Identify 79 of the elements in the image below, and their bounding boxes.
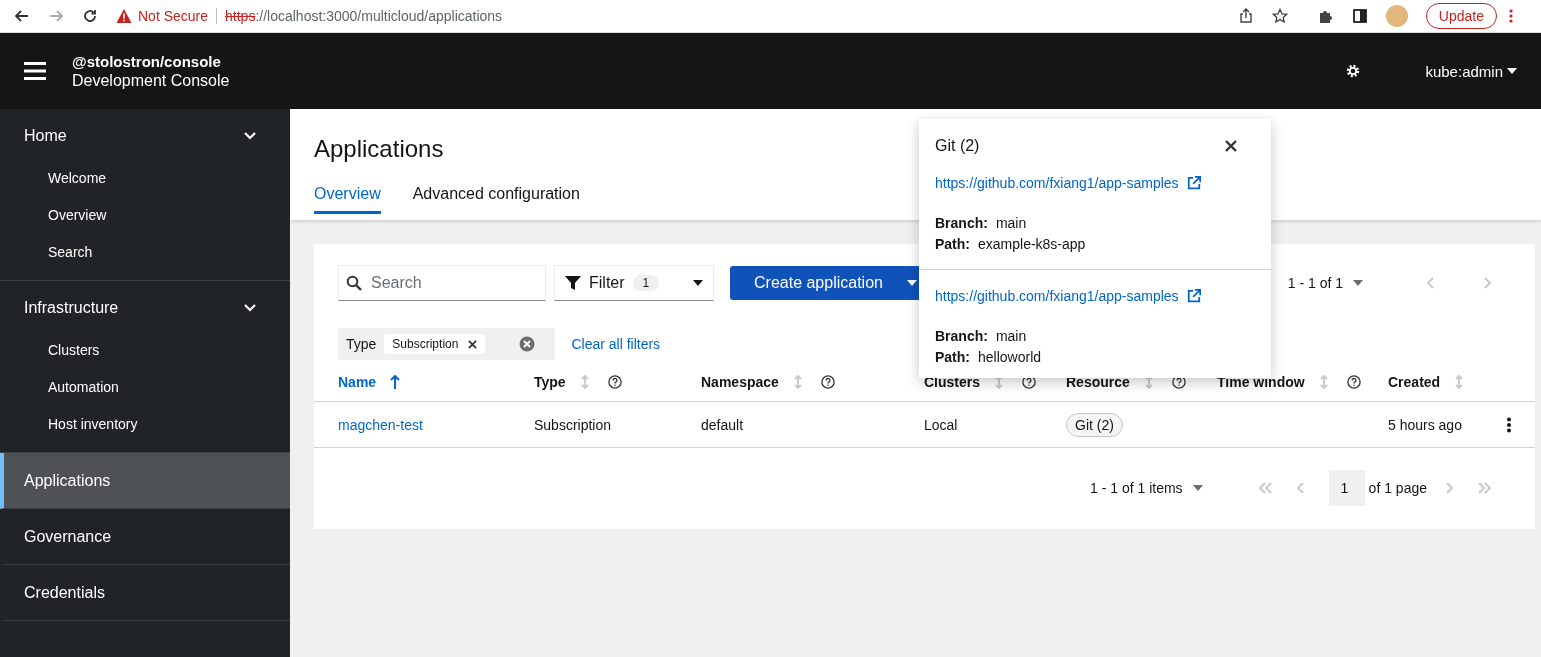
caret-icon bbox=[1192, 485, 1203, 491]
help-icon[interactable] bbox=[607, 375, 622, 389]
nav-item[interactable]: Host inventory bbox=[0, 405, 290, 442]
search-icon bbox=[346, 275, 362, 291]
field-value: example-k8s-app bbox=[978, 235, 1086, 254]
external-link-icon[interactable] bbox=[1186, 176, 1201, 190]
nav-item[interactable]: Overview bbox=[0, 196, 290, 233]
sidebar-icon[interactable] bbox=[1351, 8, 1368, 24]
close-icon[interactable] bbox=[1225, 140, 1237, 152]
field-value: main bbox=[995, 327, 1027, 346]
pagination-dropdown[interactable]: 1 - 1 of 1 items bbox=[1090, 480, 1203, 496]
sort-ascending-icon[interactable] bbox=[390, 375, 401, 389]
chip-label: Subscription bbox=[392, 337, 459, 351]
field-label: Path: bbox=[935, 348, 970, 367]
close-icon[interactable] bbox=[468, 339, 478, 349]
app-subtitle: Development Console bbox=[72, 71, 231, 90]
share-icon[interactable] bbox=[1237, 8, 1254, 24]
nav-item[interactable]: Applications bbox=[0, 453, 290, 509]
repository-link[interactable]: https://github.com/fxiang1/app-samples bbox=[935, 288, 1179, 304]
column-header[interactable]: Type bbox=[534, 374, 566, 390]
clear-icon[interactable] bbox=[519, 336, 536, 352]
popover-title: Git (2) bbox=[935, 137, 980, 155]
puzzle-icon[interactable] bbox=[1317, 8, 1334, 24]
page-number-field[interactable]: 1 bbox=[1328, 470, 1365, 506]
nav-group[interactable]: Infrastructure bbox=[0, 281, 290, 331]
table-cell: Local bbox=[924, 416, 958, 433]
caret-icon bbox=[906, 280, 917, 286]
column-header[interactable]: Namespace bbox=[701, 374, 779, 390]
filter-icon bbox=[565, 275, 581, 291]
external-link-icon[interactable] bbox=[1186, 289, 1201, 303]
page-title: Applications bbox=[314, 135, 444, 163]
column-header[interactable]: Resource bbox=[1066, 374, 1130, 390]
chevron-icon bbox=[244, 304, 256, 312]
help-icon[interactable] bbox=[820, 375, 835, 389]
nav-item[interactable]: Automation bbox=[0, 368, 290, 405]
table-cell: 5 hours ago bbox=[1388, 416, 1462, 433]
tab[interactable]: Advanced configuration bbox=[412, 185, 580, 214]
url-text: https://localhost:3000/multicloud/applications bbox=[225, 8, 503, 24]
page-count: of 1 page bbox=[1368, 480, 1427, 496]
filter-dropdown[interactable]: Filter 1 bbox=[554, 265, 714, 301]
nav-item[interactable]: Clusters bbox=[0, 331, 290, 368]
caret-icon bbox=[1507, 68, 1517, 74]
repository-link[interactable]: https://github.com/fxiang1/app-samples bbox=[935, 175, 1179, 191]
security-label: Not Secure bbox=[138, 8, 209, 24]
user-menu[interactable]: kube:admin bbox=[1425, 62, 1517, 80]
back-icon[interactable] bbox=[14, 8, 30, 24]
nav-group[interactable]: Home bbox=[0, 109, 290, 159]
field-label: Branch: bbox=[935, 327, 988, 346]
reload-icon[interactable] bbox=[82, 8, 98, 24]
chevron-icon bbox=[244, 132, 256, 140]
table-cell: Subscription bbox=[534, 416, 612, 433]
kebab-menu-icon[interactable] bbox=[1507, 416, 1511, 433]
field-value: main bbox=[995, 214, 1027, 233]
field-label: Branch: bbox=[935, 214, 988, 233]
nav-item[interactable]: Welcome bbox=[0, 159, 290, 196]
search-field[interactable]: Search bbox=[338, 265, 546, 301]
address-bar[interactable]: Not Secure https://localhost:3000/multicloud/applications bbox=[116, 2, 1218, 30]
app-title: @stolostron/console bbox=[72, 52, 222, 70]
table-cell: default bbox=[701, 416, 744, 433]
column-header[interactable]: Clusters bbox=[924, 374, 981, 390]
column-header[interactable]: Name bbox=[338, 374, 377, 390]
caret-icon bbox=[693, 280, 703, 286]
warning-icon bbox=[116, 8, 132, 24]
count-badge: 1 bbox=[632, 275, 660, 291]
menu-icon[interactable] bbox=[24, 61, 46, 81]
star-icon[interactable] bbox=[1271, 8, 1288, 24]
tab[interactable]: Overview bbox=[314, 185, 381, 214]
help-icon[interactable] bbox=[1346, 375, 1361, 389]
column-header[interactable]: Created bbox=[1388, 374, 1441, 390]
clear-filters-link[interactable]: Clear all filters bbox=[571, 336, 661, 352]
caret-icon bbox=[1353, 280, 1363, 286]
resource-label[interactable]: Git (2) bbox=[1066, 412, 1123, 437]
nav-item[interactable]: Search bbox=[0, 233, 290, 270]
pagination-dropdown[interactable]: 1 - 1 of 1 bbox=[1287, 275, 1363, 291]
application-link[interactable]: magchen-test bbox=[338, 416, 423, 433]
chip-group-label: Type bbox=[346, 336, 377, 352]
field-value: helloworld bbox=[978, 348, 1042, 367]
settings-icon[interactable] bbox=[1345, 63, 1362, 79]
field-label: Path: bbox=[935, 235, 970, 254]
